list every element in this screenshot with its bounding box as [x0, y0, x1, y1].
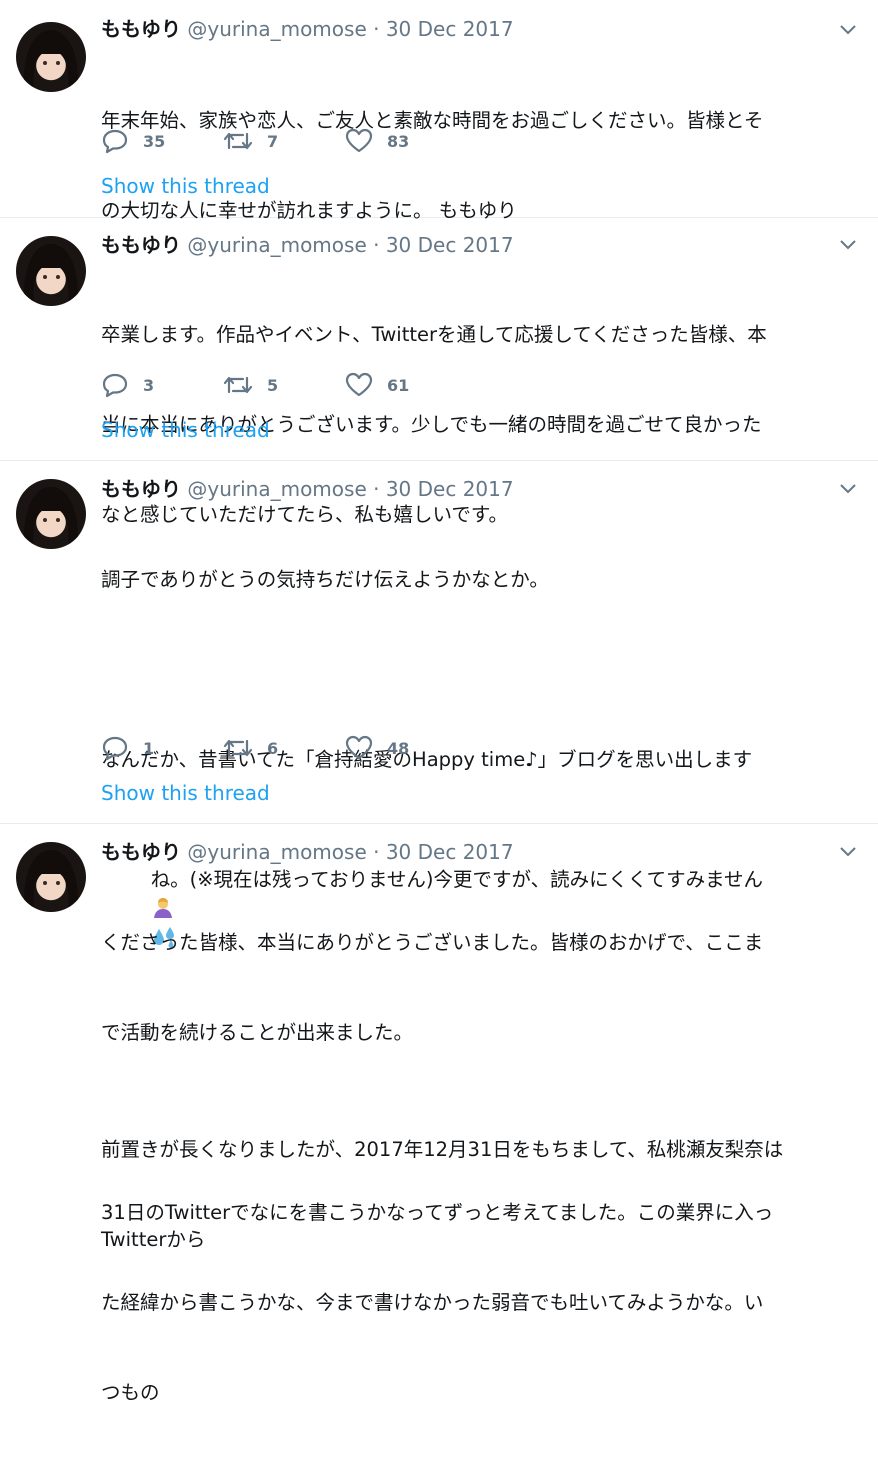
tweet-text: くださった皆様、本当にありがとうございました。皆様のおかげで、ここま で活動を続… [101, 868, 861, 1468]
tweet[interactable]: ももゆり @yurina_momose · 30 Dec 2017 くださった皆… [0, 824, 878, 1404]
tweet-header: ももゆり @yurina_momose · 30 Dec 2017 [101, 837, 858, 867]
tweet-line [101, 655, 861, 685]
separator: · [373, 233, 380, 257]
separator: · [373, 840, 380, 864]
tweet-line: 31日のTwitterでなにを書こうかなってずっと考えてました。この業界に入っ [101, 1201, 774, 1224]
timestamp[interactable]: 30 Dec 2017 [386, 840, 514, 864]
reply-icon [102, 373, 128, 398]
display-name[interactable]: ももゆり [101, 17, 181, 41]
heart-icon [345, 735, 373, 760]
like-count: 48 [387, 738, 410, 758]
tweet-actions: 35 7 83 [101, 126, 467, 156]
handle[interactable]: @yurina_momose [187, 233, 366, 257]
timestamp[interactable]: 30 Dec 2017 [386, 17, 514, 41]
reply-button[interactable]: 1 [101, 735, 223, 761]
like-count: 61 [387, 375, 410, 395]
retweet-button[interactable]: 5 [223, 373, 345, 397]
reply-count: 1 [143, 738, 155, 758]
show-thread-link[interactable]: Show this thread [101, 418, 270, 442]
display-name[interactable]: ももゆり [101, 233, 181, 257]
retweet-count: 5 [267, 375, 279, 395]
tweet[interactable]: ももゆり @yurina_momose · 30 Dec 2017 卒業します。… [0, 218, 878, 526]
heart-icon [345, 372, 373, 397]
tweet-header: ももゆり @yurina_momose · 30 Dec 2017 [101, 230, 858, 260]
timestamp[interactable]: 30 Dec 2017 [386, 477, 514, 501]
tweet-line: くださった皆様、本当にありがとうございました。皆様のおかげで、ここま [101, 931, 764, 954]
tweet-header: ももゆり @yurina_momose · 30 Dec 2017 [101, 14, 858, 44]
tweet-line: で活動を続けることが出来ました。 [101, 1021, 414, 1044]
like-button[interactable]: 83 [345, 128, 467, 154]
retweet-button[interactable]: 6 [223, 736, 345, 760]
chevron-down-icon[interactable] [838, 845, 858, 859]
reply-count: 3 [143, 375, 155, 395]
timestamp[interactable]: 30 Dec 2017 [386, 233, 514, 257]
tweet[interactable]: ももゆり @yurina_momose · 30 Dec 2017 年末年始、家… [0, 0, 878, 222]
like-button[interactable]: 48 [345, 735, 467, 761]
retweet-count: 7 [267, 131, 279, 151]
separator: · [373, 477, 380, 501]
separator: · [373, 17, 380, 41]
avatar[interactable] [16, 479, 86, 549]
tweet-line: つもの [101, 1381, 160, 1404]
handle[interactable]: @yurina_momose [187, 17, 366, 41]
chevron-down-icon[interactable] [838, 482, 858, 496]
chevron-down-icon[interactable] [838, 238, 858, 252]
handle[interactable]: @yurina_momose [187, 477, 366, 501]
reply-icon [102, 736, 128, 761]
tweet-actions: 1 6 48 [101, 733, 467, 763]
show-thread-link[interactable]: Show this thread [101, 781, 270, 805]
reply-button[interactable]: 35 [101, 128, 223, 154]
timeline: ももゆり @yurina_momose · 30 Dec 2017 年末年始、家… [0, 0, 878, 1404]
avatar[interactable] [16, 842, 86, 912]
tweet-line: 調子でありがとうの気持ちだけ伝えようかなとか。 [101, 568, 549, 591]
like-count: 83 [387, 131, 410, 151]
tweet-header: ももゆり @yurina_momose · 30 Dec 2017 [101, 474, 858, 504]
like-button[interactable]: 61 [345, 372, 467, 398]
reply-count: 35 [143, 131, 166, 151]
retweet-icon [223, 739, 253, 757]
reply-icon [102, 129, 128, 154]
tweet[interactable]: ももゆり @yurina_momose · 30 Dec 2017 調子でありが… [0, 461, 878, 1251]
retweet-count: 6 [267, 738, 279, 758]
display-name[interactable]: ももゆり [101, 477, 181, 501]
retweet-icon [223, 376, 253, 394]
avatar[interactable] [16, 22, 86, 92]
heart-icon [345, 128, 373, 153]
display-name[interactable]: ももゆり [101, 840, 181, 864]
handle[interactable]: @yurina_momose [187, 840, 366, 864]
avatar[interactable] [16, 236, 86, 306]
tweet-actions: 3 5 61 [101, 370, 467, 400]
retweet-icon [223, 132, 253, 150]
reply-button[interactable]: 3 [101, 372, 223, 398]
tweet-line: た経緯から書こうかな、今まで書けなかった弱音でも吐いてみようかな。い [101, 1291, 764, 1314]
show-thread-link[interactable]: Show this thread [101, 174, 270, 198]
tweet-line [101, 1108, 861, 1138]
chevron-down-icon[interactable] [838, 23, 858, 37]
retweet-button[interactable]: 7 [223, 129, 345, 153]
tweet-line: 卒業します。作品やイベント、Twitterを通して応援してくださった皆様、本 [101, 323, 767, 346]
